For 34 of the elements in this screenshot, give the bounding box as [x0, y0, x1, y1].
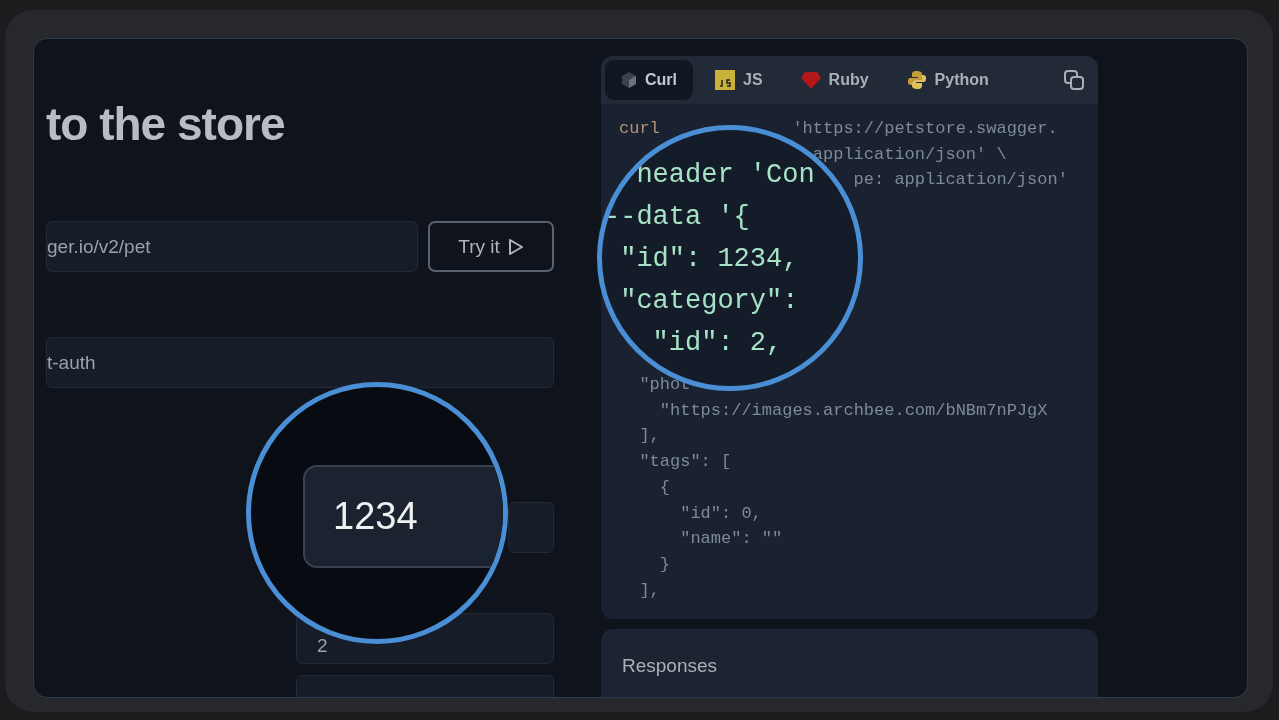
code-text: 'https://petstore.swagger.	[792, 118, 1058, 140]
cube-icon	[621, 71, 637, 89]
auth-field[interactable]: t-auth	[46, 337, 554, 388]
python-icon	[906, 70, 927, 90]
code-text: --data '{	[604, 201, 750, 234]
code-text: application/json' \	[812, 143, 1007, 164]
page-title: to the store	[46, 97, 286, 152]
code-text: "name": ""	[680, 528, 783, 551]
code-text: "id": 2,	[651, 327, 783, 360]
language-tab[interactable]: JS	[699, 60, 779, 100]
url-field[interactable]: ger.io/v2/pet	[46, 221, 418, 272]
play-icon	[507, 237, 524, 256]
code-text: curl	[619, 118, 660, 140]
code-text: "id": 1234,	[619, 243, 799, 276]
code-text: {	[659, 476, 670, 499]
code-text: }	[659, 553, 670, 576]
try-it-button[interactable]: Try it	[428, 221, 554, 272]
copy-icon[interactable]	[1064, 70, 1084, 90]
code-text: ],	[639, 579, 660, 602]
code-text: ],	[639, 425, 660, 448]
code-text: "id": 0,	[680, 502, 762, 525]
code-text: pe: application/json'	[853, 169, 1068, 192]
language-tab[interactable]: Ruby	[784, 60, 885, 100]
code-text: "https://images.archbee.com/bNBm7nPJgX	[659, 399, 1048, 422]
code-text: header 'Con	[635, 160, 815, 192]
responses-title: Responses	[622, 655, 718, 676]
language-tab[interactable]: Python	[890, 60, 1005, 100]
code-text: "tags": [	[639, 451, 732, 474]
code-text: "category":	[619, 285, 799, 318]
input-field[interactable]	[508, 502, 554, 553]
id-field[interactable]: 1234	[303, 465, 503, 568]
js-icon	[715, 70, 735, 90]
language-tab[interactable]: Curl	[605, 60, 693, 100]
gem-icon	[800, 71, 821, 89]
